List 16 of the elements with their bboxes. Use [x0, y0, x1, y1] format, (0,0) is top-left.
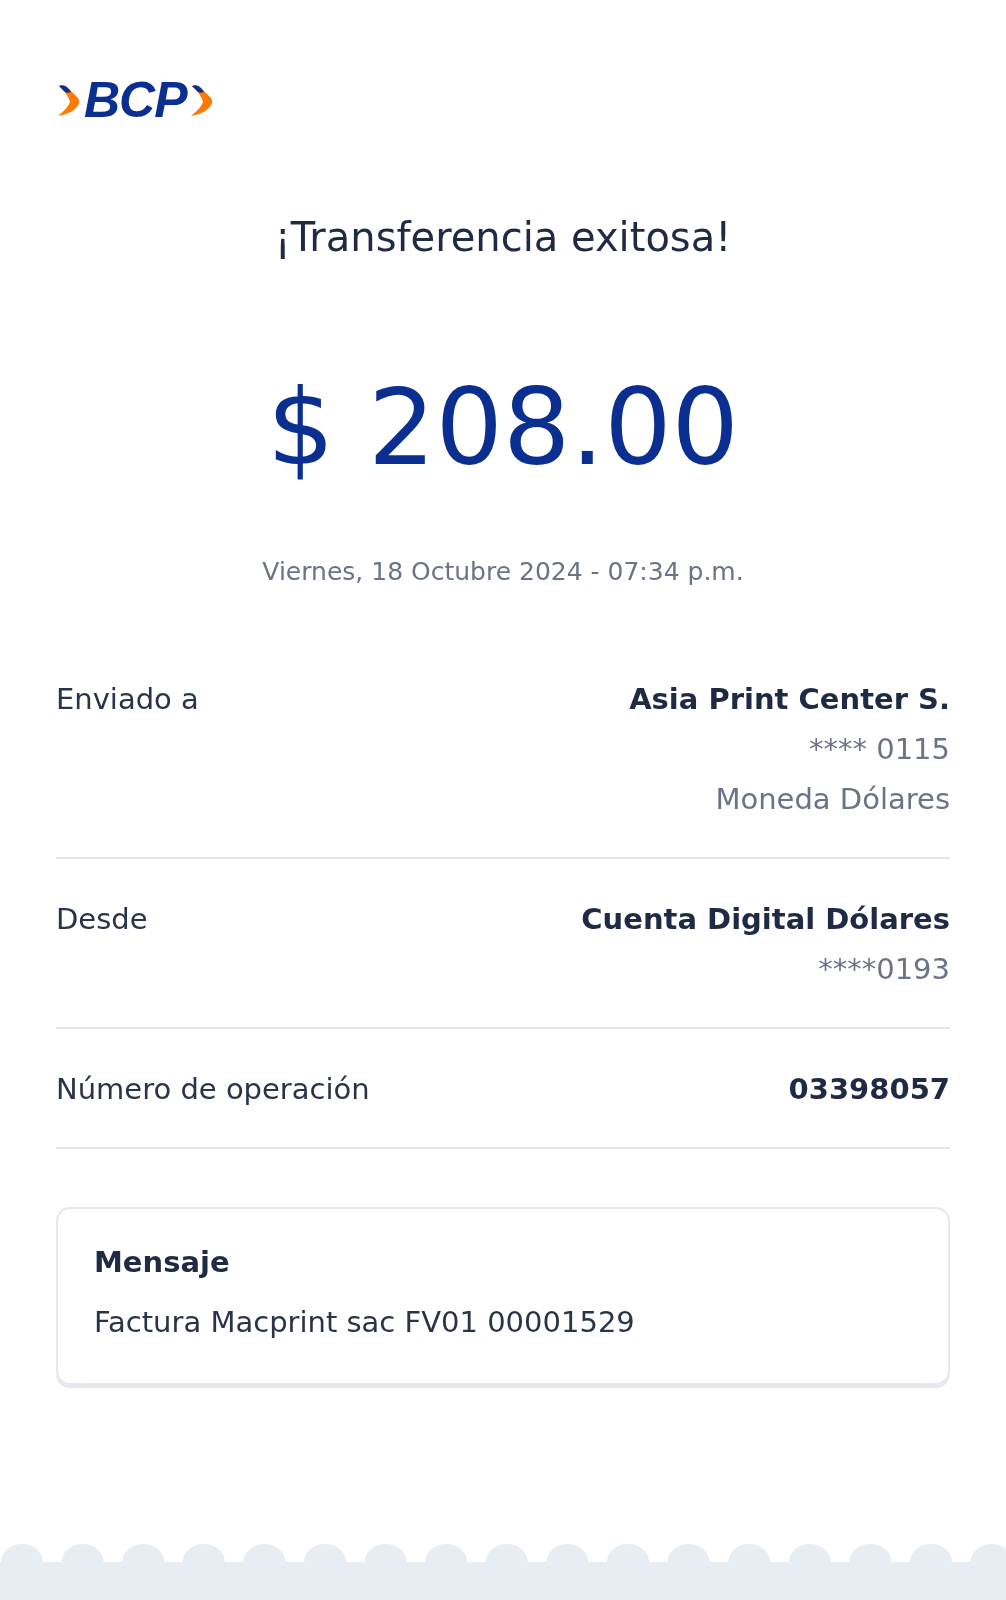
chevron-icon	[56, 82, 82, 118]
message-text: Factura Macprint sac FV01 00001529	[94, 1305, 636, 1340]
detail-value: Asia Print Center S.	[629, 682, 950, 717]
amount: $ 208.00	[266, 365, 740, 491]
detail-value: Moneda Dólares	[715, 782, 950, 817]
detail-value: Cuenta Digital Dólares	[581, 902, 950, 937]
detail-label: Número de operación	[56, 1072, 370, 1107]
detail-label: Enviado a	[56, 682, 199, 719]
message-title: Mensaje	[94, 1245, 231, 1280]
detail-value: **** 0115	[808, 732, 950, 767]
detail-value: 03398057	[788, 1072, 950, 1107]
success-title: ¡Transferencia exitosa!	[273, 214, 733, 260]
date-time: Viernes, 18 Octubre 2024 - 07:34 p.m.	[261, 557, 745, 587]
detail-value: ****0193	[818, 952, 950, 987]
logo-text: BCP	[84, 71, 187, 129]
detail-label: Desde	[56, 902, 148, 939]
